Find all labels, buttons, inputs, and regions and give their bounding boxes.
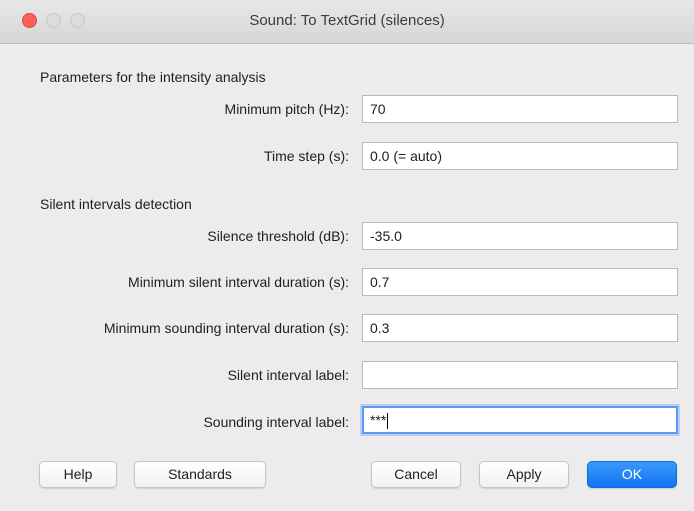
title-bar[interactable]: Sound: To TextGrid (silences) <box>0 0 694 44</box>
min-sounding-duration-label: Minimum sounding interval duration (s): <box>103 320 349 336</box>
apply-button[interactable]: Apply <box>479 461 569 488</box>
ok-button[interactable]: OK <box>587 461 677 488</box>
sounding-interval-label-value: *** <box>370 412 387 428</box>
silent-interval-label-label: Silent interval label: <box>227 367 349 383</box>
min-sounding-duration-field[interactable]: 0.3 <box>362 314 678 342</box>
silence-section-header: Silent intervals detection <box>40 196 192 212</box>
sounding-interval-label-field[interactable]: *** <box>362 406 678 434</box>
min-silent-duration-field[interactable]: 0.7 <box>362 268 678 296</box>
silence-threshold-label: Silence threshold (dB): <box>207 228 349 244</box>
cancel-button[interactable]: Cancel <box>371 461 461 488</box>
silent-interval-label-field[interactable] <box>362 361 678 389</box>
silence-threshold-field[interactable]: -35.0 <box>362 222 678 250</box>
minimum-pitch-label: Minimum pitch (Hz): <box>224 101 349 117</box>
text-caret <box>387 413 389 430</box>
window-title: Sound: To TextGrid (silences) <box>249 12 445 29</box>
standards-button[interactable]: Standards <box>134 461 266 488</box>
sounding-interval-label-label: Sounding interval label: <box>203 414 349 430</box>
minimum-pitch-field[interactable]: 70 <box>362 95 678 123</box>
time-step-label: Time step (s): <box>263 148 349 164</box>
time-step-field[interactable]: 0.0 (= auto) <box>362 142 678 170</box>
min-silent-duration-label: Minimum silent interval duration (s): <box>128 274 349 290</box>
help-button[interactable]: Help <box>39 461 117 488</box>
dialog-window: Sound: To TextGrid (silences) Parameters… <box>0 0 694 511</box>
intensity-section-header: Parameters for the intensity analysis <box>40 69 266 85</box>
